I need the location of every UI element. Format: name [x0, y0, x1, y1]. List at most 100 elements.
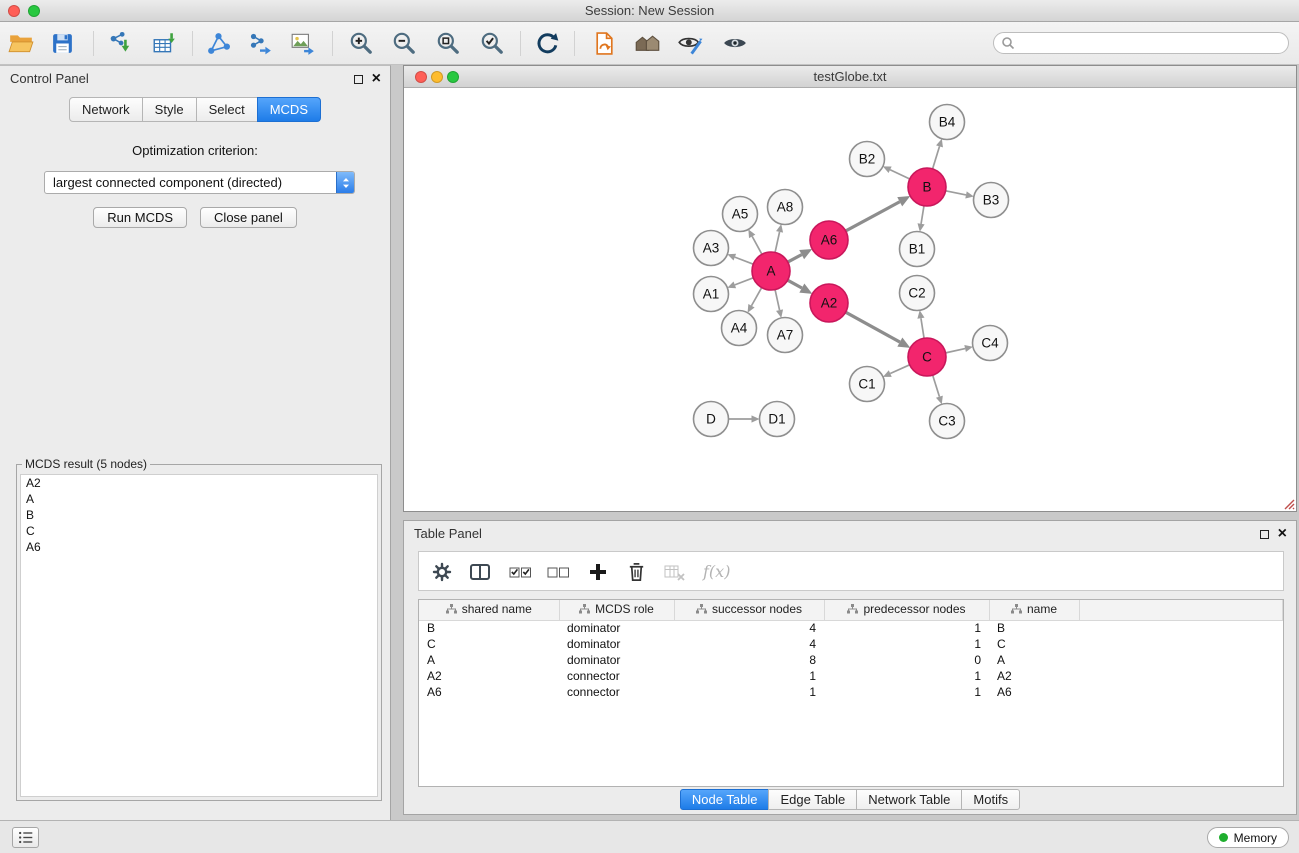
graph-node-B3[interactable]: B3: [974, 183, 1009, 218]
float-panel-icon[interactable]: [354, 75, 363, 84]
edge-C-C3[interactable]: [933, 375, 940, 397]
result-item[interactable]: A6: [21, 539, 377, 555]
close-panel-button[interactable]: Close panel: [200, 207, 297, 228]
table-cell[interactable]: 1: [824, 684, 989, 700]
table-cell[interactable]: dominator: [559, 620, 674, 636]
import-table-button[interactable]: [147, 26, 181, 60]
show-all-button[interactable]: [718, 26, 752, 60]
close-panel-icon[interactable]: ×: [1278, 526, 1287, 542]
graph-node-B1[interactable]: B1: [900, 232, 935, 267]
table-cell[interactable]: 0: [824, 652, 989, 668]
edge-C-C1[interactable]: [890, 365, 909, 374]
table-cell[interactable]: 1: [824, 668, 989, 684]
edge-A-A8[interactable]: [775, 232, 779, 253]
refresh-layout-button[interactable]: [530, 26, 564, 60]
result-item[interactable]: A2: [21, 475, 377, 491]
table-cell[interactable]: connector: [559, 684, 674, 700]
delete-column-button[interactable]: [621, 558, 651, 586]
table-cell[interactable]: 4: [674, 636, 824, 652]
save-session-button[interactable]: [45, 26, 79, 60]
task-history-button[interactable]: [12, 827, 39, 848]
network-graph[interactable]: B4B2BB3A5A8A6B1A3AC2A1A2A4A7C4CC1C3DD1: [404, 88, 1296, 511]
result-item[interactable]: A: [21, 491, 377, 507]
table-row[interactable]: A6connector11A6: [419, 684, 1283, 700]
table-row[interactable]: Adominator80A: [419, 652, 1283, 668]
graph-node-A6[interactable]: A6: [810, 221, 848, 259]
graph-node-A4[interactable]: A4: [722, 311, 757, 346]
table-cell[interactable]: 1: [824, 636, 989, 652]
graph-node-A1[interactable]: A1: [694, 277, 729, 312]
edge-B-B2[interactable]: [890, 170, 910, 179]
edge-A-A3[interactable]: [735, 257, 753, 264]
result-item[interactable]: B: [21, 507, 377, 523]
select-all-button[interactable]: [505, 558, 535, 586]
graph-node-C4[interactable]: C4: [973, 326, 1008, 361]
edge-C-C2[interactable]: [921, 318, 924, 338]
edge-C-C4[interactable]: [946, 349, 966, 353]
table-cell[interactable]: 1: [674, 668, 824, 684]
run-mcds-button[interactable]: Run MCDS: [93, 207, 187, 228]
optimization-criterion-select[interactable]: largest connected component (directed): [44, 171, 355, 194]
table-cell[interactable]: dominator: [559, 652, 674, 668]
zoom-out-button[interactable]: [387, 26, 421, 60]
table-row[interactable]: Bdominator41B: [419, 620, 1283, 636]
first-neighbors-button[interactable]: [630, 26, 664, 60]
edge-A-A4[interactable]: [751, 288, 761, 306]
graph-node-A2[interactable]: A2: [810, 284, 848, 322]
column-header-predecessor-nodes[interactable]: predecessor nodes: [824, 600, 989, 620]
table-cell[interactable]: dominator: [559, 636, 674, 652]
table-cell[interactable]: C: [419, 636, 559, 652]
column-header-shared-name[interactable]: shared name: [419, 600, 559, 620]
graph-node-A[interactable]: A: [752, 252, 790, 290]
graph-node-C[interactable]: C: [908, 338, 946, 376]
export-network-button[interactable]: [243, 26, 277, 60]
table-cell[interactable]: B: [419, 620, 559, 636]
graph-node-A5[interactable]: A5: [723, 197, 758, 232]
zoom-in-button[interactable]: [344, 26, 378, 60]
hide-selected-button[interactable]: [673, 26, 707, 60]
table-cell[interactable]: connector: [559, 668, 674, 684]
table-cell[interactable]: 8: [674, 652, 824, 668]
edge-B-B4[interactable]: [933, 146, 940, 168]
edge-A-A5[interactable]: [752, 236, 762, 254]
table-cell[interactable]: 1: [824, 620, 989, 636]
resize-grip-icon[interactable]: [1282, 497, 1295, 510]
new-network-from-selection-button[interactable]: [587, 26, 621, 60]
tab-edge-table[interactable]: Edge Table: [768, 789, 857, 810]
zoom-fit-button[interactable]: [431, 26, 465, 60]
column-layout-button[interactable]: [465, 558, 495, 586]
tab-select[interactable]: Select: [196, 97, 258, 122]
edge-A-A2[interactable]: [788, 280, 802, 288]
tab-motifs[interactable]: Motifs: [961, 789, 1020, 810]
table-cell[interactable]: 4: [674, 620, 824, 636]
tab-mcds[interactable]: MCDS: [257, 97, 321, 122]
close-panel-icon[interactable]: ×: [372, 71, 381, 87]
network-canvas[interactable]: B4B2BB3A5A8A6B1A3AC2A1A2A4A7C4CC1C3DD1: [404, 88, 1296, 511]
fx-equation-label[interactable]: f(x): [703, 558, 730, 586]
table-cell[interactable]: A6: [419, 684, 559, 700]
zoom-selected-button[interactable]: [475, 26, 509, 60]
import-network-button[interactable]: [103, 26, 137, 60]
table-settings-button[interactable]: [427, 558, 457, 586]
edge-B-B3[interactable]: [946, 191, 966, 195]
function-builder-button[interactable]: [659, 558, 689, 586]
float-panel-icon[interactable]: [1260, 530, 1269, 539]
graph-node-C1[interactable]: C1: [850, 367, 885, 402]
edge-A6-B[interactable]: [846, 202, 900, 231]
table-cell[interactable]: B: [989, 620, 1079, 636]
table-row[interactable]: Cdominator41C: [419, 636, 1283, 652]
graph-node-A3[interactable]: A3: [694, 231, 729, 266]
table-cell[interactable]: A2: [419, 668, 559, 684]
column-header-MCDS-role[interactable]: MCDS role: [559, 600, 674, 620]
graph-node-C3[interactable]: C3: [930, 404, 965, 439]
search-input[interactable]: [1015, 36, 1288, 51]
edge-A2-C[interactable]: [846, 312, 900, 342]
graph-node-C2[interactable]: C2: [900, 276, 935, 311]
graph-node-D[interactable]: D: [694, 402, 729, 437]
memory-button[interactable]: Memory: [1207, 827, 1289, 848]
edge-A-A1[interactable]: [735, 278, 753, 285]
tab-node-table[interactable]: Node Table: [680, 789, 770, 810]
table-cell[interactable]: A6: [989, 684, 1079, 700]
result-item[interactable]: C: [21, 523, 377, 539]
table-cell[interactable]: A: [419, 652, 559, 668]
